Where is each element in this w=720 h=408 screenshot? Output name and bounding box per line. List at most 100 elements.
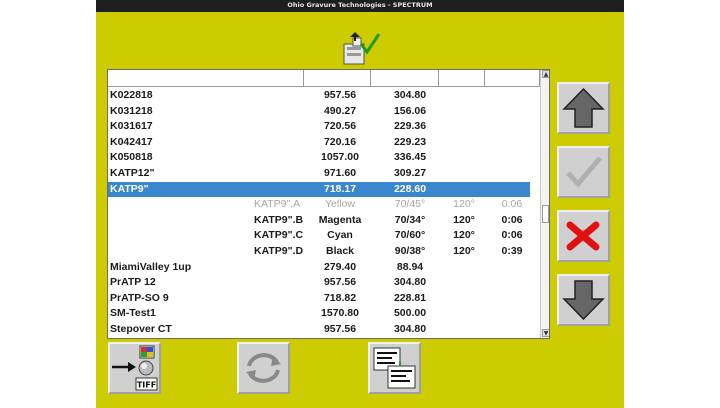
layout-icon (373, 347, 416, 389)
header-col-time[interactable] (485, 70, 540, 87)
job-name: K022818 (110, 89, 153, 101)
separation-row[interactable]: KATP9".A Yellow 70/45° 120° 0:06 (108, 197, 530, 213)
list-rows: K022818 957.56 304.80 K031218 490.27 156.06 K0… (108, 88, 530, 340)
red-x-icon (566, 221, 600, 251)
job-height: 229.23 (393, 135, 427, 148)
job-name: PrATP 12 (110, 276, 156, 289)
separation-color: Black (325, 244, 355, 257)
header-col-angle[interactable] (439, 70, 485, 87)
job-name: Stepover CT (110, 322, 172, 335)
job-row[interactable]: PrATP 12 957.56 304.80 (108, 275, 530, 291)
scroll-thumb[interactable] (542, 205, 549, 223)
separation-name: KATP9".D (254, 244, 304, 257)
job-width: 971.60 (323, 166, 357, 179)
separation-screen: 70/60° (394, 229, 426, 242)
separation-time: 0:06 (501, 198, 523, 211)
job-width: 1057.00 (321, 151, 359, 164)
separation-time: 0:39 (501, 244, 523, 257)
job-height: 304.80 (393, 89, 427, 101)
job-height: 500.00 (393, 307, 427, 320)
app-window: K022818 957.56 304.80 K031218 490.27 156.06 K0… (96, 12, 624, 408)
window-title: Ohio Gravure Technologies - SPECTRUM (287, 1, 433, 9)
separation-angle: 120° (453, 198, 475, 211)
job-row[interactable]: KATP12" 971.60 309.27 (108, 166, 530, 182)
export-tiff-icon: TIFF (112, 345, 158, 391)
arrow-down-icon (562, 280, 605, 321)
export-tiff-button[interactable]: TIFF (108, 342, 161, 394)
delete-button[interactable] (557, 210, 610, 262)
job-width: 718.17 (323, 182, 357, 195)
separation-time: 0:06 (501, 213, 523, 226)
job-name: K031617 (110, 120, 153, 133)
job-row[interactable]: K031218 490.27 156.06 (108, 104, 530, 120)
job-row[interactable]: SM-Test1 1570.80 500.00 (108, 306, 530, 322)
list-header (108, 70, 540, 87)
job-height: 304.80 (393, 276, 427, 289)
confirm-button[interactable] (557, 146, 610, 198)
job-height: 309.27 (393, 166, 427, 179)
job-name: PrATP-SO 9 (110, 291, 169, 304)
separation-name: KATP9".C (254, 229, 304, 242)
job-row[interactable]: K031617 720.56 229.36 (108, 119, 530, 135)
job-height: 336.45 (393, 151, 427, 164)
header-col-name[interactable] (108, 70, 304, 87)
separation-angle: 120° (453, 213, 475, 226)
job-row[interactable]: KATP9" 718.17 228.60 (108, 181, 530, 198)
separation-screen: 90/38° (394, 244, 426, 257)
separation-row[interactable]: KATP9".C Cyan 70/60° 120° 0:06 (108, 228, 530, 244)
separation-color: Magenta (318, 213, 362, 226)
job-height: 304.80 (393, 322, 427, 335)
job-name: SM-Test1 (110, 307, 156, 320)
job-height: 228.81 (393, 291, 427, 304)
separation-color: Yellow (325, 198, 355, 211)
job-row[interactable]: K022818 957.56 304.80 (108, 88, 530, 104)
separation-name: KATP9".B (254, 213, 304, 226)
header-col-width[interactable] (304, 70, 371, 87)
job-list[interactable]: K022818 957.56 304.80 K031218 490.27 156.06 K0… (107, 69, 550, 339)
job-width: 957.56 (323, 89, 357, 101)
job-width: 720.16 (323, 135, 357, 148)
job-row[interactable]: Stepover CT 225/45 957.56 304.80 (108, 338, 530, 340)
separation-color: Cyan (327, 229, 353, 242)
title-bar: Ohio Gravure Technologies - SPECTRUM (96, 0, 624, 12)
job-height: 229.36 (393, 120, 427, 133)
move-down-button[interactable] (557, 274, 610, 326)
job-width: 957.56 (323, 322, 357, 335)
separation-row[interactable]: KATP9".B Magenta 70/34° 120° 0:06 (108, 213, 530, 229)
job-row[interactable]: MiamiValley 1up 279.40 88.94 (108, 260, 530, 276)
job-width: 957.56 (323, 276, 357, 289)
job-width: 957.56 (314, 339, 366, 340)
job-width: 720.56 (323, 120, 357, 133)
job-row[interactable]: Stepover CT 957.56 304.80 (108, 322, 530, 338)
refresh-icon (246, 353, 281, 383)
refresh-button[interactable] (237, 342, 290, 394)
scroll-up-arrow[interactable]: ▲ (542, 70, 549, 78)
header-col-height[interactable] (371, 70, 439, 87)
job-row[interactable]: K050818 1057.00 336.45 (108, 150, 530, 166)
job-name: K050818 (110, 151, 153, 164)
separation-angle: 120° (453, 229, 475, 242)
separation-angle: 120° (453, 244, 475, 257)
separation-screen: 70/34° (394, 213, 426, 226)
separation-screen: 70/45° (394, 198, 426, 211)
job-row[interactable]: K042417 720.16 229.23 (108, 135, 530, 151)
job-approve-icon[interactable] (341, 30, 381, 68)
job-height: 88.94 (396, 260, 424, 273)
scroll-down-arrow[interactable]: ▼ (542, 329, 549, 337)
job-height: 304.80 (384, 339, 436, 340)
job-name: K031218 (110, 104, 153, 117)
job-width: 1570.80 (321, 307, 359, 320)
layout-button[interactable] (368, 342, 421, 394)
separation-row[interactable]: KATP9".D Black 90/38° 120° 0:39 (108, 244, 530, 260)
checkmark-icon (566, 156, 602, 188)
tiff-label: TIFF (137, 381, 156, 390)
job-name: K042417 (110, 135, 153, 148)
list-scrollbar[interactable]: ▲ ▼ (540, 70, 549, 338)
separation-name: KATP9".A (254, 198, 301, 211)
job-width: 279.40 (323, 260, 357, 273)
job-row[interactable]: PrATP-SO 9 718.82 228.81 (108, 291, 530, 307)
move-up-button[interactable] (557, 82, 610, 134)
job-name: KATP12" (110, 166, 155, 179)
job-name: Stepover CT 225/45 (110, 339, 207, 340)
job-height: 228.60 (393, 182, 427, 195)
